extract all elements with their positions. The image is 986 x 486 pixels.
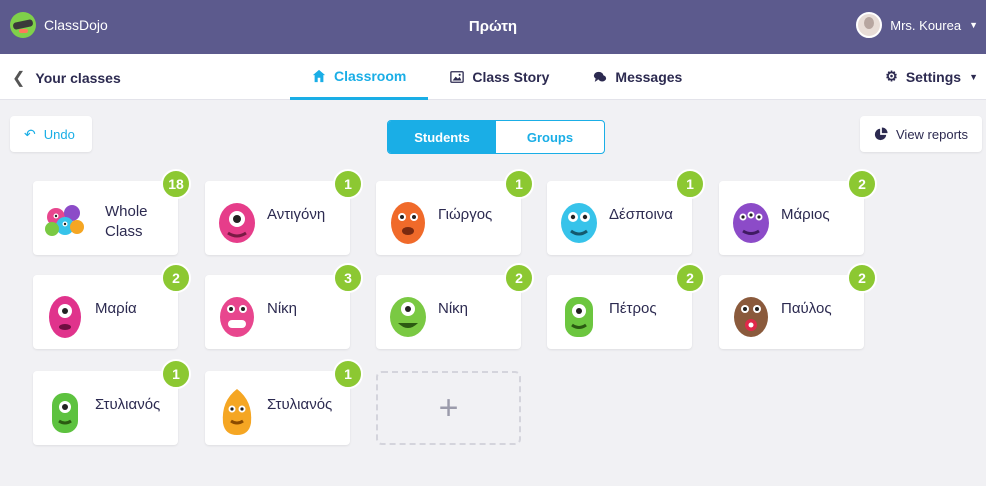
student-name: Στυλιανός <box>267 396 333 413</box>
plus-icon: + <box>438 388 459 427</box>
student-card[interactable]: Στυλιανός 1 <box>33 359 191 445</box>
points-badge: 1 <box>675 169 705 199</box>
monster-avatar-icon <box>52 393 78 433</box>
student-card[interactable]: Νίκη 3 <box>205 263 363 349</box>
add-student-button[interactable]: + <box>376 371 521 445</box>
pie-chart-icon <box>874 127 888 141</box>
page-title: Πρώτη <box>468 18 518 35</box>
home-icon <box>312 69 326 82</box>
students-toggle[interactable]: Students <box>388 121 496 153</box>
view-reports-label: View reports <box>896 126 969 142</box>
class-monsters-icon <box>45 205 84 236</box>
tab-label: Class Story <box>472 69 550 85</box>
points-badge: 1 <box>333 169 363 199</box>
user-name: Mrs. Kourea <box>890 17 962 33</box>
back-label: Your classes <box>35 70 121 86</box>
student-card[interactable]: Μαρία 2 <box>33 263 191 349</box>
student-card[interactable]: Παύλος 2 <box>719 263 877 349</box>
student-card[interactable]: Γιώργος 1 <box>376 169 534 255</box>
chevron-left-icon: ❮ <box>12 70 26 87</box>
monster-avatar-icon <box>565 297 593 337</box>
monster-avatar-icon <box>561 203 597 243</box>
tab-classroom[interactable]: Classroom <box>290 54 429 100</box>
tab-label: Classroom <box>334 67 407 84</box>
student-name: Στυλιανός <box>95 396 161 413</box>
monster-avatar-icon <box>734 297 768 337</box>
student-card[interactable]: Μάριος 2 <box>719 169 877 255</box>
tab-messages[interactable]: Messages <box>571 54 704 100</box>
points-badge: 2 <box>161 263 191 293</box>
student-name: Αντιγόνη <box>267 206 326 223</box>
points-badge: 1 <box>504 169 534 199</box>
student-card[interactable]: Αντιγόνη 1 <box>205 169 363 255</box>
points-badge: 1 <box>333 359 363 389</box>
undo-button[interactable]: ↶ Undo <box>10 116 92 152</box>
student-name: Μαρία <box>95 300 137 317</box>
monster-avatar-icon <box>219 203 255 243</box>
student-name: Νίκη <box>438 300 469 317</box>
view-reports-button[interactable]: View reports <box>860 116 982 152</box>
student-card[interactable]: Πέτρος 2 <box>547 263 705 349</box>
student-card[interactable]: Δέσποινα 1 <box>547 169 705 255</box>
students-groups-toggle: Students Groups <box>387 120 605 154</box>
monster-avatar-icon <box>390 297 426 337</box>
monster-avatar-icon <box>733 203 769 243</box>
student-name: Νίκη <box>267 300 298 317</box>
points-badge: 2 <box>504 263 534 293</box>
groups-toggle[interactable]: Groups <box>496 121 604 153</box>
chat-icon <box>594 71 607 82</box>
points-badge: 2 <box>675 263 705 293</box>
tab-label: Messages <box>615 69 683 85</box>
points-badge: 3 <box>333 263 363 293</box>
student-name: Μάριος <box>781 206 830 223</box>
monster-avatar-icon <box>49 296 81 338</box>
user-menu[interactable]: Mrs. Kourea ▼ <box>856 12 978 38</box>
student-card[interactable]: Νίκη 2 <box>376 263 534 349</box>
chevron-down-icon: ▼ <box>969 20 978 30</box>
avatar <box>856 12 883 38</box>
tab-class-story[interactable]: Class Story <box>428 54 571 100</box>
points-badge: 2 <box>847 169 877 199</box>
whole-class-card[interactable]: Whole Class 18 <box>33 169 191 255</box>
tabs: Classroom Class Story Messages <box>290 54 704 100</box>
back-button[interactable]: ❮ Your classes <box>12 68 121 88</box>
points-badge: 1 <box>161 359 191 389</box>
settings-label: Settings <box>905 68 962 85</box>
student-name: Γιώργος <box>438 206 493 223</box>
student-name: Πέτρος <box>609 300 657 317</box>
points-badge: 2 <box>847 263 877 293</box>
top-bar: ClassDojo Πρώτη Mrs. Kourea ▼ <box>0 0 986 54</box>
nav-bar: ❮ Your classes Classroom Class Story Mes… <box>0 54 986 100</box>
student-name: Παύλος <box>781 300 832 317</box>
chevron-down-icon: ▼ <box>969 71 978 82</box>
student-card[interactable]: Στυλιανός 1 <box>205 359 363 445</box>
image-icon <box>450 71 465 83</box>
student-name: Δέσποινα <box>609 206 673 223</box>
undo-icon: ↶ <box>24 125 36 142</box>
settings-menu[interactable]: ⚙ Settings ▼ <box>885 68 978 85</box>
monster-avatar-icon <box>391 202 425 244</box>
points-badge: 18 <box>161 169 191 199</box>
undo-label: Undo <box>43 126 75 142</box>
student-name: Whole Class <box>105 203 148 240</box>
monster-avatar-icon <box>220 297 254 337</box>
monster-avatar-icon <box>222 389 252 435</box>
gear-icon: ⚙ <box>885 68 898 84</box>
